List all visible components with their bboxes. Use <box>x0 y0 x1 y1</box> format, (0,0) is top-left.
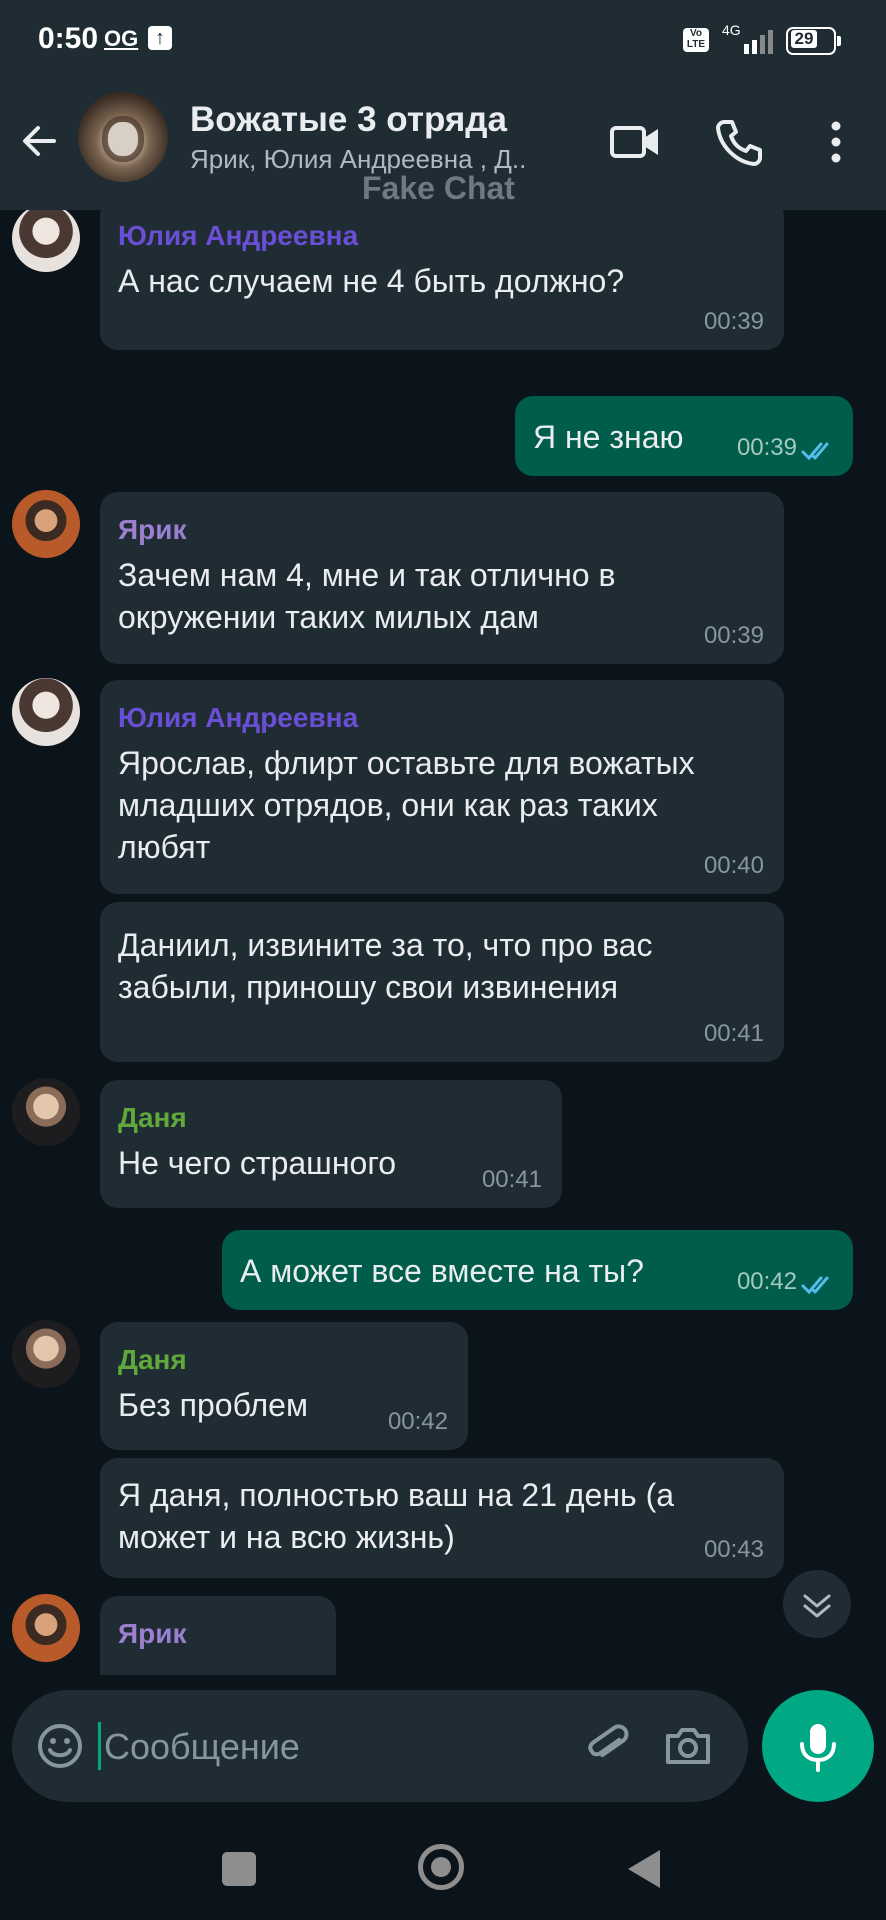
message-bubble[interactable]: А может все вместе на ты? 00:42 <box>222 1230 853 1310</box>
video-camera-icon[interactable] <box>608 114 664 170</box>
back-triangle-icon[interactable] <box>628 1850 660 1888</box>
battery-level: 29 <box>791 30 817 48</box>
back-arrow-icon[interactable] <box>14 116 64 166</box>
message-time: 00:39 <box>703 622 764 649</box>
avatar[interactable] <box>12 210 80 272</box>
signal-icon <box>744 30 773 54</box>
message-text: А нас случаем не 4 быть должно? <box>118 263 625 299</box>
group-avatar[interactable] <box>78 92 168 182</box>
chat-title[interactable]: Вожатые 3 отряда <box>190 100 507 140</box>
message-input[interactable] <box>102 1716 546 1778</box>
message-bubble[interactable]: Ярик <box>100 1596 336 1675</box>
battery-icon: 29 <box>786 27 841 55</box>
message-composer <box>12 1690 748 1802</box>
system-navigation-bar <box>0 1810 886 1920</box>
emoji-icon[interactable] <box>36 1722 84 1770</box>
message-sender: Даня <box>118 1344 187 1375</box>
message-list[interactable]: Юлия Андреевна А нас случаем не 4 быть д… <box>0 210 886 1675</box>
message-bubble[interactable]: Юлия Андреевна А нас случаем не 4 быть д… <box>100 210 784 350</box>
avatar[interactable] <box>12 1320 80 1388</box>
chevron-down-double-icon <box>803 1594 831 1618</box>
avatar[interactable] <box>12 1594 80 1662</box>
status-bar: 0:50 OG ↑ Vo LTE 4G 29 <box>0 0 886 80</box>
message-sender: Ярик <box>118 514 187 545</box>
message-sender: Юлия Андреевна <box>118 220 359 251</box>
recent-apps-icon[interactable] <box>222 1852 256 1886</box>
double-check-icon <box>801 442 829 461</box>
message-time: 00:42 <box>736 1268 797 1295</box>
message-bubble[interactable]: Даня Без проблем 00:42 <box>100 1322 468 1450</box>
paperclip-icon[interactable] <box>580 1718 636 1774</box>
message-time: 00:42 <box>387 1408 448 1435</box>
message-text: Зачем нам 4, мне и так отлично в окружен… <box>118 557 616 635</box>
message-time: 00:40 <box>703 852 764 879</box>
more-vert-icon[interactable] <box>816 114 856 170</box>
upload-icon: ↑ <box>148 26 172 50</box>
message-time: 00:39 <box>736 434 797 461</box>
message-text: Ярослав, флирт оставьте для вожатых млад… <box>118 745 695 865</box>
carrier-badge: OG <box>104 26 139 51</box>
avatar[interactable] <box>12 1078 80 1146</box>
message-sender: Даня <box>118 1102 187 1133</box>
watermark: Fake Chat <box>362 170 515 206</box>
message-text: Даниил, извините за то, что про вас забы… <box>118 927 653 1005</box>
avatar[interactable] <box>12 490 80 558</box>
message-bubble[interactable]: Ярик Зачем нам 4, мне и так отлично в ок… <box>100 492 784 664</box>
phone-icon[interactable] <box>710 114 766 170</box>
message-text: Я даня, полностью ваш на 21 день (а може… <box>118 1477 675 1555</box>
message-sender: Ярик <box>118 1618 187 1649</box>
microphone-icon <box>800 1724 836 1772</box>
camera-icon[interactable] <box>660 1718 716 1774</box>
message-sender: Юлия Андреевна <box>118 702 359 733</box>
voice-record-button[interactable] <box>762 1690 874 1802</box>
message-bubble[interactable]: Даня Не чего страшного 00:41 <box>100 1080 562 1208</box>
message-time: 00:41 <box>481 1166 542 1193</box>
avatar[interactable] <box>12 678 80 746</box>
message-time: 00:43 <box>703 1536 764 1563</box>
text-caret <box>98 1722 101 1770</box>
message-bubble[interactable]: Даниил, извините за то, что про вас забы… <box>100 902 784 1062</box>
chat-header: Вожатые 3 отряда Ярик, Юлия Андреевна , … <box>0 80 886 210</box>
message-time: 00:39 <box>703 308 764 335</box>
volte-icon: Vo LTE <box>683 28 709 52</box>
message-bubble[interactable]: Я не знаю 00:39 <box>515 396 853 476</box>
message-bubble[interactable]: Я даня, полностью ваш на 21 день (а може… <box>100 1458 784 1578</box>
message-bubble[interactable]: Юлия Андреевна Ярослав, флирт оставьте д… <box>100 680 784 894</box>
message-text: Не чего страшного <box>118 1145 397 1181</box>
double-check-icon <box>801 1276 829 1295</box>
scroll-to-bottom-button[interactable] <box>783 1570 851 1638</box>
message-time: 00:41 <box>703 1020 764 1047</box>
home-icon[interactable] <box>418 1844 464 1890</box>
status-time: 0:50 <box>38 22 99 55</box>
